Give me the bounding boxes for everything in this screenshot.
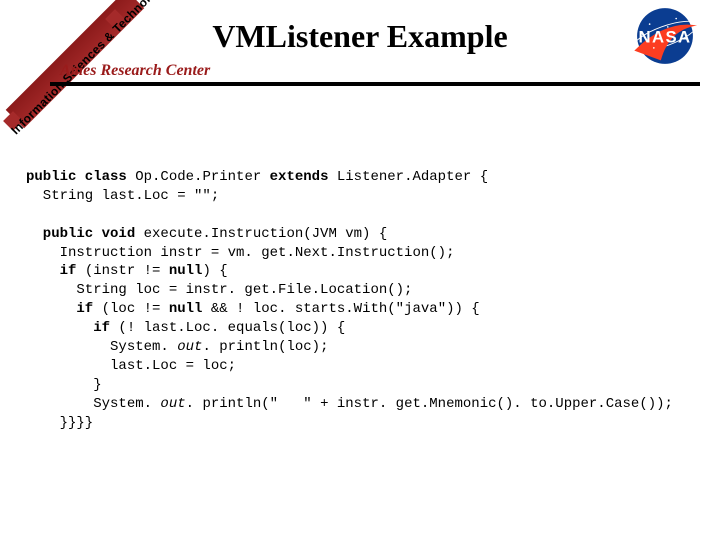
code-text: String last.Loc = ""; [26, 188, 219, 204]
it-out: out [177, 339, 202, 355]
nasa-logo: NASA [630, 6, 700, 66]
code-text: (! last.Loc. equals(loc)) { [110, 320, 345, 336]
nasa-meatball-icon: NASA [630, 6, 700, 66]
code-blank [26, 207, 34, 223]
it-out: out [160, 396, 185, 412]
code-text: . println(" " + instr. get.Mnemonic(). t… [186, 396, 673, 412]
code-text: Instruction instr = vm. get.Next.Instruc… [26, 245, 454, 261]
kw-if: if [26, 320, 110, 336]
slide-title: VMListener Example [0, 18, 720, 55]
code-text: (loc != [93, 301, 169, 317]
code-text: System. [26, 339, 177, 355]
kw-null: null [169, 263, 203, 279]
kw-null: null [169, 301, 203, 317]
code-text: } [26, 377, 102, 393]
code-text: . println(loc); [202, 339, 328, 355]
code-text: ) { [202, 263, 227, 279]
code-text: }}}} [26, 415, 93, 431]
code-text: last.Loc = loc; [26, 358, 236, 374]
code-text: (instr != [76, 263, 168, 279]
kw-if: if [26, 263, 76, 279]
nasa-wordmark: NASA [639, 27, 692, 46]
code-text: execute.Instruction(JVM vm) { [135, 226, 387, 242]
header-rule [50, 82, 700, 86]
code-block: public class Op.Code.Printer extends Lis… [26, 168, 710, 432]
code-text: Op.Code.Printer [127, 169, 270, 185]
center-name: Ames Research Center [60, 62, 210, 80]
code-text: System. [26, 396, 160, 412]
code-text: String loc = instr. get.File.Location(); [26, 282, 412, 298]
code-text: Listener.Adapter { [328, 169, 488, 185]
kw-public-void: public void [26, 226, 135, 242]
kw-public-class: public class [26, 169, 127, 185]
kw-extends: extends [270, 169, 329, 185]
slide: VMListener Example NASA Information Scie… [0, 0, 720, 540]
code-text: && ! loc. starts.With("java")) { [202, 301, 479, 317]
kw-if: if [26, 301, 93, 317]
